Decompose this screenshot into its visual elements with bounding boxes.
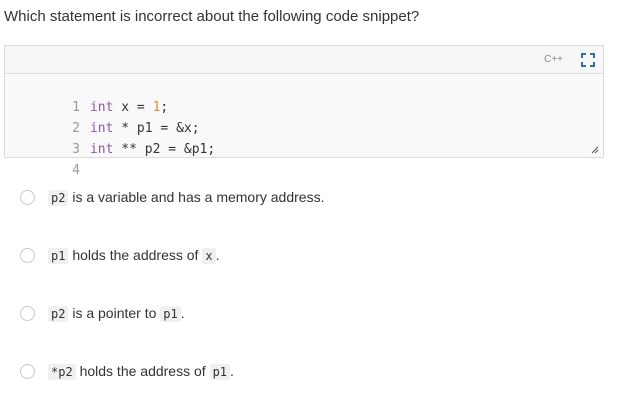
code-line: 4 [5, 139, 90, 178]
option-label: is a pointer to [68, 305, 161, 321]
code-text: ** p2 = &p1; [113, 142, 216, 157]
question-text: Which statement is incorrect about the f… [4, 8, 420, 25]
option-label: holds the address of [75, 363, 210, 379]
answer-option[interactable]: p1 holds the address of x. [20, 243, 219, 267]
code-keyword: int [89, 142, 114, 157]
editor-toolbar: C++ [5, 46, 603, 74]
option-text: p2 is a variable and has a memory addres… [48, 189, 325, 206]
answer-option[interactable]: *p2 holds the address of p1. [20, 359, 234, 383]
code-chip: x [202, 248, 216, 264]
answer-option[interactable]: p2 is a pointer to p1. [20, 301, 185, 325]
editor-body[interactable]: 1 int x = 1; 2 int * p1 = &x; 3 int ** p2 =… [5, 74, 603, 178]
code-editor[interactable]: C++ 1 int x = 1; 2 int * p1 = &x; 3 int ** … [4, 45, 604, 178]
code-chip: p1 [48, 248, 69, 264]
option-text: p2 is a pointer to p1. [48, 305, 185, 322]
option-label: holds the address of [68, 247, 203, 263]
code-chip: p1 [209, 364, 231, 380]
option-text: *p2 holds the address of p1. [48, 363, 234, 380]
fullscreen-icon[interactable] [581, 53, 595, 67]
option-tail: . [180, 305, 185, 321]
code-chip: *p2 [48, 364, 76, 380]
code-line: 3 int ** p2 = &p1; [5, 118, 215, 157]
resize-handle-icon[interactable] [591, 146, 599, 154]
code-line: 1 int x = 1; [5, 76, 168, 115]
code-line: 2 int * p1 = &x; [5, 97, 199, 136]
option-label: is a variable and has a memory address. [68, 189, 325, 205]
radio-button[interactable] [20, 305, 35, 321]
radio-button[interactable] [20, 363, 35, 379]
language-label: C++ [544, 54, 563, 65]
radio-button[interactable] [20, 247, 35, 263]
option-tail: . [230, 363, 234, 379]
code-chip: p2 [48, 306, 69, 322]
line-number: 4 [72, 163, 80, 178]
radio-button[interactable] [20, 189, 35, 205]
option-tail: . [215, 247, 220, 263]
code-chip: p1 [160, 306, 181, 322]
answer-option[interactable]: p2 is a variable and has a memory addres… [20, 185, 324, 209]
code-chip: p2 [48, 190, 69, 206]
option-text: p1 holds the address of x. [48, 247, 220, 264]
